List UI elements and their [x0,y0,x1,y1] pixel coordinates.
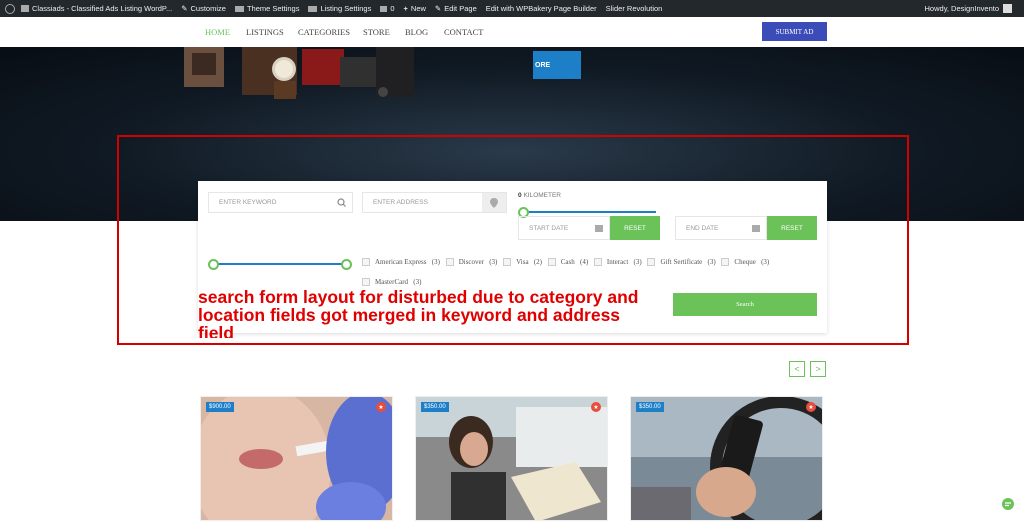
chat-icon[interactable] [1001,497,1015,511]
favorite-icon[interactable]: ★ [591,402,601,412]
nav-store[interactable]: STORE [363,27,390,37]
listing-image [631,397,822,520]
admin-account[interactable]: Howdy, DesignInvento [925,0,1012,17]
nav-contact[interactable]: CONTACT [444,27,483,37]
admin-comments[interactable]: 0 [380,4,395,13]
chevron-left-icon: < [794,364,800,374]
admin-listing-settings[interactable]: Listing Settings [308,4,371,13]
brush-icon: ✎ [181,4,188,13]
nav-categories[interactable]: CATEGORIES [298,27,350,37]
listing-image [416,397,607,520]
price-badge: $350.00 [636,402,664,412]
admin-edit-page[interactable]: ✎ Edit Page [435,4,477,13]
listing-card[interactable]: $350.00 ★ [630,396,823,521]
listing-card[interactable]: $350.00 ★ [415,396,608,521]
chevron-right-icon: > [815,364,821,374]
pencil-icon: ✎ [434,4,442,13]
comment-icon [380,5,388,12]
hero-more-button[interactable]: ORE [533,51,581,79]
favorite-icon[interactable]: ★ [376,402,386,412]
admin-site-title[interactable]: Classiads - Classified Ads Listing WordP… [21,4,172,13]
folder-icon [308,5,318,12]
admin-theme-settings[interactable]: Theme Settings [234,4,299,13]
price-badge: $900.00 [206,402,234,412]
favorite-icon[interactable]: ★ [806,402,816,412]
home-icon [21,5,29,12]
hero-image [184,47,414,99]
admin-new[interactable]: + New [404,4,426,13]
plus-icon: + [403,4,408,13]
listing-image [201,397,392,520]
nav-listings[interactable]: LISTINGS [246,27,284,37]
price-badge: $350.00 [421,402,449,412]
admin-slider[interactable]: Slider Revolution [606,4,663,13]
admin-wpbakery[interactable]: Edit with WPBakery Page Builder [486,4,597,13]
carousel-next-button[interactable]: > [810,361,826,377]
nav-blog[interactable]: BLOG [405,27,428,37]
annotation-text: search form layout for disturbed due to … [198,288,639,338]
admin-customize[interactable]: ✎ Customize [181,4,226,13]
main-navbar: HOME LISTINGS CATEGORIES STORE BLOG CONT… [0,17,1024,48]
submit-ad-button[interactable]: SUBMIT AD [762,22,827,41]
avatar [1003,4,1012,13]
folder-icon [234,5,244,12]
nav-home[interactable]: HOME [205,27,230,37]
wordpress-logo-icon[interactable] [5,3,15,14]
carousel-prev-button[interactable]: < [789,361,805,377]
admin-bar: Classiads - Classified Ads Listing WordP… [0,0,1024,17]
listing-card[interactable]: $900.00 ★ [200,396,393,521]
